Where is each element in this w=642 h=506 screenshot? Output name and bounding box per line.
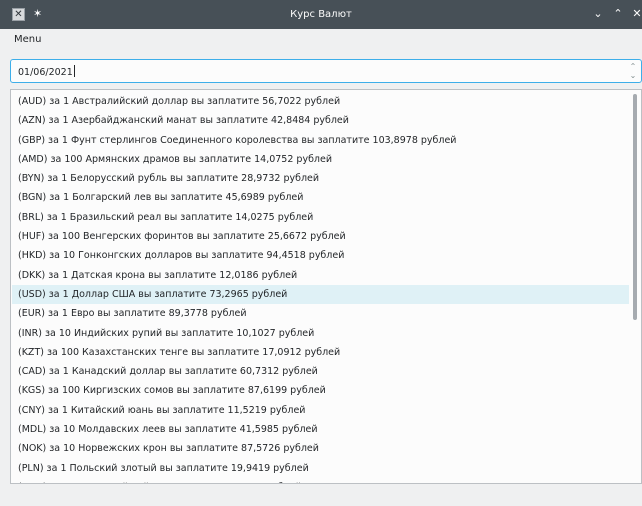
list-item[interactable]: (USD) за 1 Доллар США вы заплатите 73,29…: [12, 284, 629, 305]
list-item[interactable]: (PLN) за 1 Польский злотый вы заплатите …: [12, 459, 629, 478]
list-item[interactable]: (KGS) за 100 Киргизских сомов вы заплати…: [12, 381, 629, 400]
list-item[interactable]: (MDL) за 10 Молдавских леев вы заплатите…: [12, 420, 629, 439]
list-item[interactable]: (DKK) за 1 Датская крона вы заплатите 12…: [12, 266, 629, 285]
maximize-icon[interactable]: ⌃: [611, 7, 625, 21]
close-icon[interactable]: ✕: [630, 7, 642, 21]
menu-item[interactable]: Menu: [14, 34, 41, 45]
currency-rows: (AUD) за 1 Австралийский доллар вы запла…: [12, 92, 629, 483]
list-item[interactable]: (BGN) за 1 Болгарский лев вы заплатите 4…: [12, 188, 629, 207]
scrollbar-handle[interactable]: [633, 94, 637, 320]
title-bar[interactable]: ✕ ✶ Курс Валют ⌄ ⌃ ✕: [0, 0, 642, 29]
list-item[interactable]: (EUR) за 1 Евро вы заплатите 89,3778 руб…: [12, 304, 629, 323]
date-text: 01/06/2021: [18, 67, 73, 78]
spin-arrows-icon[interactable]: ⌃ ⌄: [628, 62, 638, 80]
status-strip: [0, 484, 642, 506]
list-item[interactable]: (GBP) за 1 Фунт стерлингов Соединенного …: [12, 131, 629, 150]
text-caret: [73, 65, 75, 77]
list-item[interactable]: (CAD) за 1 Канадский доллар вы заплатите…: [12, 362, 629, 381]
list-item[interactable]: (AUD) за 1 Австралийский доллар вы запла…: [12, 92, 629, 111]
window-title: Курс Валют: [290, 9, 352, 20]
list-item[interactable]: (AMD) за 100 Армянских драмов вы заплати…: [12, 150, 629, 169]
list-item[interactable]: (BYN) за 1 Белорусский рубль вы заплатит…: [12, 169, 629, 188]
list-item[interactable]: (BRL) за 1 Бразильский реал вы заплатите…: [12, 208, 629, 227]
list-item[interactable]: (HUF) за 100 Венгерских форинтов вы запл…: [12, 227, 629, 246]
date-value: 01/06/2021: [18, 65, 75, 78]
list-item[interactable]: (INR) за 10 Индийских рупий вы заплатите…: [12, 324, 629, 343]
minimize-icon[interactable]: ⌄: [591, 7, 605, 21]
app-window: ✕ ✶ Курс Валют ⌄ ⌃ ✕ Menu 01/06/2021 ⌃ ⌄ …: [0, 0, 642, 506]
menu-bar: Menu: [0, 29, 642, 53]
list-scrollbar[interactable]: [633, 94, 637, 480]
list-item[interactable]: (AZN) за 1 Азербайджанский манат вы запл…: [12, 111, 629, 130]
list-item[interactable]: (NOK) за 10 Норвежских крон вы заплатите…: [12, 439, 629, 458]
currency-list[interactable]: (AUD) за 1 Австралийский доллар вы запла…: [10, 89, 642, 484]
date-input[interactable]: 01/06/2021 ⌃ ⌄: [10, 59, 642, 83]
list-item[interactable]: (KZT) за 100 Казахстанских тенге вы запл…: [12, 343, 629, 362]
list-item[interactable]: (CNY) за 1 Китайский юань вы заплатите 1…: [12, 401, 629, 420]
list-item[interactable]: (HKD) за 10 Гонконгских долларов вы запл…: [12, 246, 629, 265]
